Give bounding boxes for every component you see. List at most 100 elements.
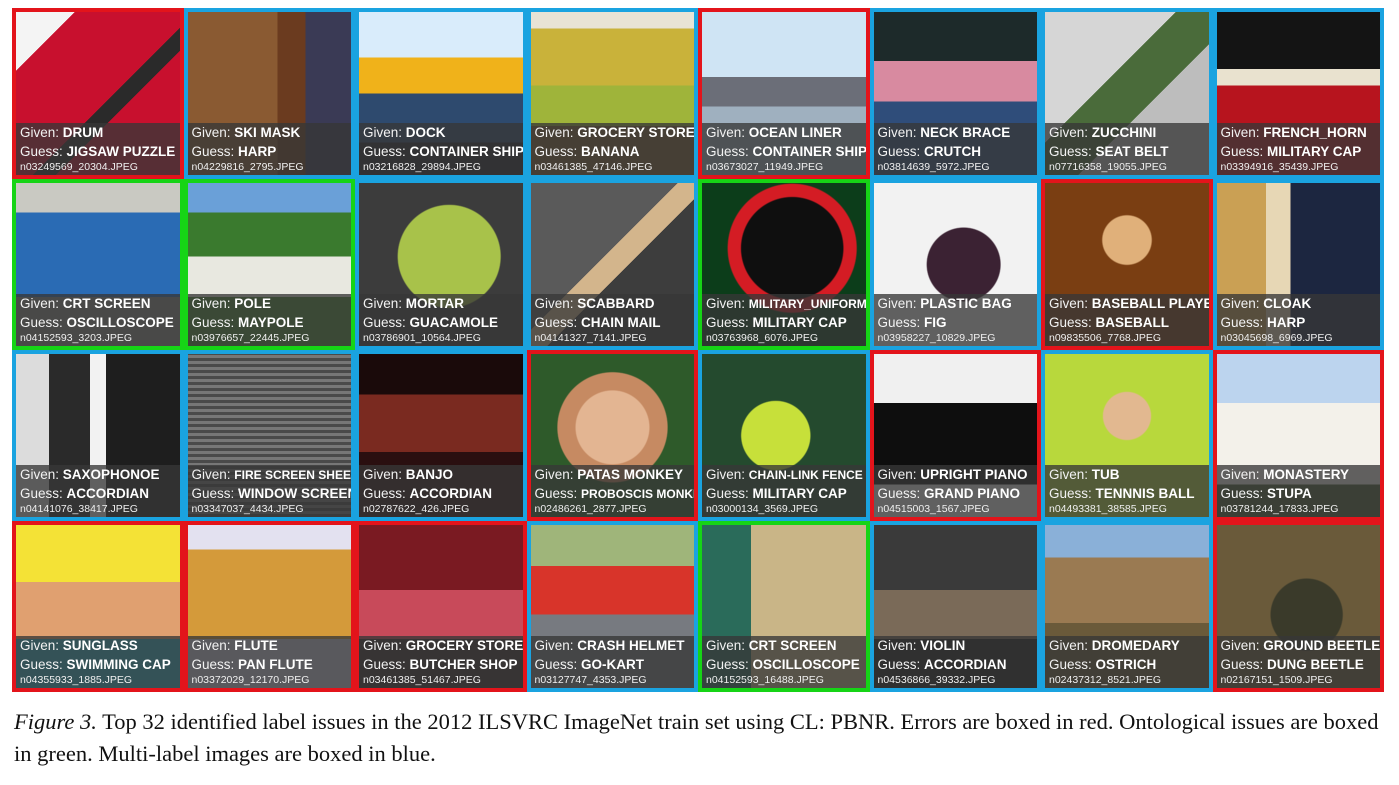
image-tile: Given: DROMEDARY Guess: OSTRICH n02437312_… (1041, 521, 1213, 692)
guess-label: Guess: OSTRICH (1049, 657, 1157, 672)
given-value: PATAS MONKEY (577, 467, 684, 482)
file-name: n04229816_2795.JPEG (191, 161, 304, 173)
guess-value: GO-KART (581, 657, 645, 672)
guess-value: CHAIN MAIL (581, 315, 661, 330)
tile-caption: Given: SAXOPHONOE Guess: ACCORDIAN n041410… (16, 465, 180, 517)
given-value: DOCK (405, 125, 446, 140)
given-value: CHAIN-LINK FENCE (748, 468, 863, 482)
given-value: GROCERY STORE (405, 638, 523, 653)
given-value: OCEAN LINER (748, 125, 842, 140)
tile-caption: Given: FRENCH_HORN Guess: MILITARY CAP n03… (1216, 123, 1380, 175)
given-value: MILITARY_UNIFORM (748, 297, 866, 311)
guess-label: Guess: PAN FLUTE (191, 657, 313, 672)
guess-value: SEAT BELT (1095, 144, 1169, 159)
guess-value: PROBOSCIS MONKEY (581, 487, 694, 501)
image-tile: Given: OCEAN LINER Guess: CONTAINER SHIP n… (698, 8, 870, 179)
given-label: Given: NECK BRACE (877, 125, 1011, 140)
given-label: Given: GROUND BEETLE (1220, 638, 1381, 653)
given-value: CLOAK (1263, 296, 1312, 311)
given-value: POLE (234, 296, 272, 311)
given-label: Given: ZUCCHINI (1049, 125, 1157, 140)
image-tile: Given: SCABBARD Guess: CHAIN MAIL n0414132… (526, 179, 698, 350)
given-label: Given: SCABBARD (534, 296, 655, 311)
tile-caption: Given: CRT SCREEN Guess: OSCILLOSCOPE n041… (702, 636, 866, 688)
file-name: n04536866_39332.JPEG (877, 674, 996, 686)
given-label: Given: POLE (191, 296, 272, 311)
tile-caption: Given: CHAIN-LINK FENCE Guess: MILITARY C… (702, 465, 866, 517)
given-value: NECK BRACE (920, 125, 1011, 140)
file-name: n02486261_2877.JPEG (534, 503, 647, 515)
guess-value: OSTRICH (1095, 657, 1157, 672)
image-tile: Given: MONASTERY Guess: STUPA n03781244_17… (1212, 350, 1384, 521)
guess-label: Guess: ACCORDIAN (20, 486, 150, 501)
tile-caption: Given: SUNGLASS Guess: SWIMMING CAP n04355… (16, 636, 180, 688)
given-label: Given: CRT SCREEN (706, 638, 837, 653)
guess-value: BASEBALL (1095, 315, 1170, 330)
tile-caption: Given: CLOAK Guess: HARP n03045698_6969.JP… (1216, 294, 1380, 346)
tile-caption: Given: POLE Guess: MAYPOLE n03976657_22445… (187, 294, 351, 346)
guess-label: Guess: MILITARY CAP (706, 486, 847, 501)
file-name: n03461385_51467.JPEG (363, 674, 481, 686)
tile-caption: Given: SKI MASK Guess: HARP n04229816_2795… (187, 123, 351, 175)
guess-label: Guess: FIG (877, 315, 947, 330)
given-value: MORTAR (405, 296, 465, 311)
tile-caption: Given: NECK BRACE Guess: CRUTCH n03814639_… (873, 123, 1037, 175)
tile-caption: Given: FIRE SCREEN SHEET Guess: WINDOW SC… (187, 465, 352, 517)
tile-caption: Given: DRUM Guess: JIGSAW PUZZLE n03249569… (16, 123, 180, 175)
tile-caption: Given: GROUND BEETLE Guess: DUNG BEETLE n0… (1216, 636, 1381, 688)
tile-caption: Given: MORTAR Guess: GUACAMOLE n03786901_1… (359, 294, 523, 346)
given-value: VIOLIN (920, 638, 966, 653)
file-name: n04355933_1885.JPEG (20, 674, 133, 686)
given-label: Given: DOCK (363, 125, 446, 140)
image-tile: Given: CRT SCREEN Guess: OSCILLOSCOPE n041… (12, 179, 184, 350)
tile-caption: Given: CRT SCREEN Guess: OSCILLOSCOPE n041… (16, 294, 180, 346)
given-label: Given: DROMEDARY (1049, 638, 1180, 653)
tile-caption: Given: PATAS MONKEY Guess: PROBOSCIS MONK… (530, 465, 694, 517)
given-label: Given: PATAS MONKEY (534, 467, 684, 482)
guess-label: Guess: CONTAINER SHIP (706, 144, 866, 159)
file-name: n04152593_3203.JPEG (20, 332, 133, 344)
file-name: n03045698_6969.JPEG (1220, 332, 1333, 344)
given-value: BASEBALL PLAYER (1091, 296, 1209, 311)
image-tile: Given: DRUM Guess: JIGSAW PUZZLE n03249569… (12, 8, 184, 179)
given-label: Given: FLUTE (191, 638, 278, 653)
image-tile: Given: DOCK Guess: CONTAINER SHIP n0321682… (355, 8, 527, 179)
image-tile: Given: TUB Guess: TENNNIS BALL n04493381_3… (1041, 350, 1213, 521)
file-name: n03372029_12170.JPEG (191, 674, 310, 686)
guess-label: Guess: OSCILLOSCOPE (706, 657, 860, 672)
guess-value: FIG (924, 315, 947, 330)
guess-value: MILITARY CAP (752, 315, 847, 330)
given-value: GROUND BEETLE (1263, 638, 1380, 653)
given-label: Given: FIRE SCREEN SHEET (192, 465, 352, 484)
given-label: Given: UPRIGHT PIANO (877, 467, 1028, 482)
guess-value: MAYPOLE (238, 315, 304, 330)
file-name: n02437312_8521.JPEG (1049, 674, 1162, 686)
guess-label: Guess: CRUTCH (877, 144, 982, 159)
guess-label: Guess: OSCILLOSCOPE (20, 315, 174, 330)
given-label: Given: SAXOPHONOE (20, 467, 160, 482)
tile-caption: Given: UPRIGHT PIANO Guess: GRAND PIANO n0… (873, 465, 1037, 517)
given-label: Given: DRUM (20, 125, 104, 140)
guess-value: GRAND PIANO (924, 486, 1021, 501)
given-value: SUNGLASS (62, 638, 138, 653)
given-value: MONASTERY (1263, 467, 1350, 482)
image-tile: Given: VIOLIN Guess: ACCORDIAN n04536866_3… (869, 521, 1041, 692)
file-name: n03763968_6076.JPEG (706, 332, 819, 344)
given-label: Given: MONASTERY (1220, 467, 1350, 482)
guess-value: ACCORDIAN (409, 486, 493, 501)
tile-caption: Given: MONASTERY Guess: STUPA n03781244_17… (1216, 465, 1380, 517)
image-tile: Given: CRASH HELMET Guess: GO-KART n031277… (526, 521, 698, 692)
tile-caption: Given: CRASH HELMET Guess: GO-KART n031277… (530, 636, 694, 688)
image-tile: Given: ZUCCHINI Guess: SEAT BELT n07716358… (1041, 8, 1213, 179)
guess-value: TENNNIS BALL (1095, 486, 1195, 501)
image-tile: Given: GROCERY STORE Guess: BUTCHER SHOP n… (355, 521, 527, 692)
given-label: Given: TUB (1049, 467, 1120, 482)
guess-value: ACCORDIAN (66, 486, 150, 501)
given-label: Given: SKI MASK (191, 125, 301, 140)
guess-label: Guess: GO-KART (534, 657, 645, 672)
guess-label: Guess: HARP (191, 144, 277, 159)
guess-value: CONTAINER SHIP (409, 144, 523, 159)
guess-value: BANANA (581, 144, 640, 159)
image-tile: Given: BASEBALL PLAYER Guess: BASEBALL n09… (1041, 179, 1213, 350)
guess-value: OSCILLOSCOPE (66, 315, 174, 330)
